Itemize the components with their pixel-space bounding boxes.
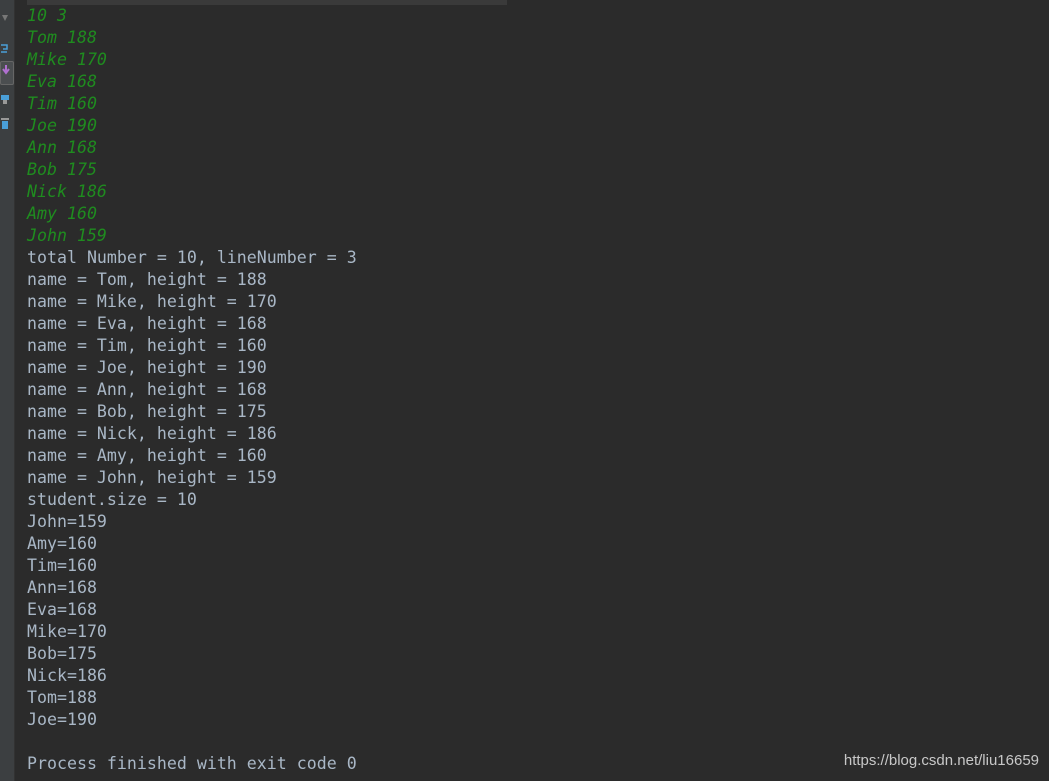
console-input-line: Nick 186 (27, 182, 107, 201)
console-output-line: name = Tom, height = 188 (27, 270, 267, 289)
console-output-line: Process finished with exit code 0 (27, 754, 357, 773)
console-output-line: Bob=175 (27, 644, 97, 663)
console-output-line: name = Eva, height = 168 (27, 314, 267, 333)
console-output-line: name = Nick, height = 186 (27, 424, 277, 443)
console-output-line: John=159 (27, 512, 107, 531)
console-output-line: name = Tim, height = 160 (27, 336, 267, 355)
console-input-line: John 159 (27, 226, 107, 245)
console-output-line: Ann=168 (27, 578, 97, 597)
console-input-line: Ann 168 (27, 138, 97, 157)
scroll-to-end-icon[interactable] (0, 61, 14, 85)
console-input-line: Tom 188 (27, 28, 97, 47)
console-output-line: Amy=160 (27, 534, 97, 553)
console-output-line: total Number = 10, lineNumber = 3 (27, 248, 357, 267)
console-output-line: name = Bob, height = 175 (27, 402, 267, 421)
console-input-line: Mike 170 (27, 50, 107, 69)
soft-wrap-icon[interactable] (0, 40, 10, 53)
console-output-line: name = John, height = 159 (27, 468, 277, 487)
watermark: https://blog.csdn.net/liu16659 (843, 752, 1039, 769)
console-output-line: name = Amy, height = 160 (27, 446, 267, 465)
console-output-line: Tim=160 (27, 556, 97, 575)
console-output-line: Joe=190 (27, 710, 97, 729)
console-input-line: Amy 160 (27, 204, 97, 223)
console-output-line: Mike=170 (27, 622, 107, 641)
console-input-line: Joe 190 (27, 116, 97, 135)
console-output-line: Nick=186 (27, 666, 107, 685)
console-output-line: name = Ann, height = 168 (27, 380, 267, 399)
console-output-line: name = Joe, height = 190 (27, 358, 267, 377)
console-input-line: Tim 160 (27, 94, 97, 113)
run-console-output[interactable]: 10 3 Tom 188 Mike 170 Eva 168 Tim 160 Joe 190… (27, 5, 357, 775)
console-input-line: Bob 175 (27, 160, 97, 179)
console-output-line: student.size = 10 (27, 490, 197, 509)
console-input-line: 10 3 (27, 6, 67, 25)
console-output-line: name = Mike, height = 170 (27, 292, 277, 311)
console-output-line: Eva=168 (27, 600, 97, 619)
trash-icon[interactable] (0, 114, 10, 129)
print-icon[interactable] (0, 90, 10, 104)
console-toolbar (0, 0, 15, 781)
scroll-down-icon[interactable] (0, 10, 10, 22)
console-output-line: Tom=188 (27, 688, 97, 707)
console-input-line: Eva 168 (27, 72, 97, 91)
